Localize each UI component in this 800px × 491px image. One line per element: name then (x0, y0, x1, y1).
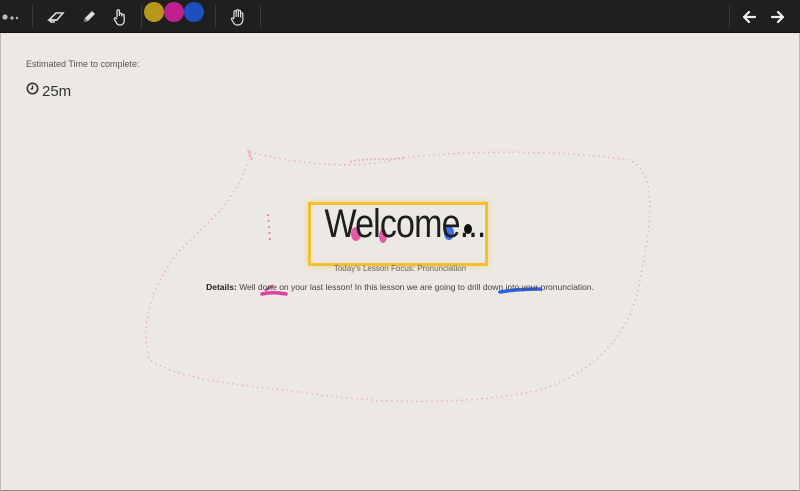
welcome-title: Welcome... (324, 202, 487, 246)
color-swatch-gold[interactable] (144, 2, 164, 22)
toolbar-divider (729, 5, 730, 28)
pan-hand-icon[interactable] (226, 0, 250, 33)
details-label: Details: (206, 282, 237, 292)
pencil-icon[interactable] (77, 0, 101, 33)
estimated-time-label: Estimated Time to complete: (26, 59, 140, 69)
welcome-highlight-box: Welcome... (308, 202, 488, 266)
arrow-left-icon[interactable] (737, 0, 761, 33)
more-dots-icon[interactable] (0, 0, 24, 33)
toolbar-divider (215, 5, 216, 28)
color-swatch-magenta[interactable] (164, 2, 184, 22)
time-value: 25m (42, 82, 72, 100)
toolbar-divider (260, 5, 261, 28)
eraser-icon[interactable] (44, 0, 68, 33)
toolbar-divider (32, 5, 33, 28)
color-swatch-blue[interactable] (184, 2, 204, 22)
lesson-focus: Today's Lesson Focus: Pronunciation (333, 264, 467, 273)
toolbar-divider (141, 5, 142, 28)
time-row: 25m (26, 82, 71, 100)
lesson-details: Details: Well done on your last lesson! … (0, 282, 800, 292)
clock-icon (26, 82, 39, 100)
toolbar (0, 0, 800, 33)
details-text: Well done on your last lesson! In this l… (236, 282, 594, 292)
pointer-hand-icon[interactable] (108, 0, 132, 33)
arrow-right-icon[interactable] (766, 0, 790, 33)
